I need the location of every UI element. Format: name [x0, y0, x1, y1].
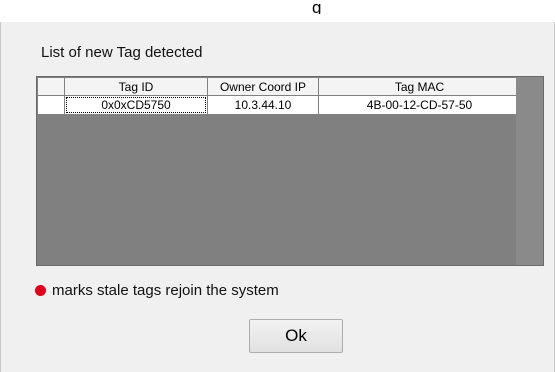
title-bar: g — [0, 0, 555, 22]
tag-grid[interactable]: Tag ID Owner Coord IP Tag MAC 0x0xCD5750… — [36, 76, 544, 266]
owner-coord-ip-cell[interactable]: 10.3.44.10 — [207, 95, 319, 115]
vertical-scrollbar[interactable] — [516, 77, 543, 265]
ok-button[interactable]: Ok — [249, 319, 343, 353]
stale-marker-icon — [35, 285, 46, 296]
tag-id-value: 0x0xCD5750 — [66, 97, 206, 113]
window-title: g — [312, 0, 322, 14]
legend-text: marks stale tags rejoin the system — [52, 282, 279, 299]
tag-mac-cell[interactable]: 4B-00-12-CD-57-50 — [318, 95, 521, 115]
tag-dialog: List of new Tag detected Tag ID Owner Co… — [0, 22, 555, 372]
legend: marks stale tags rejoin the system — [35, 282, 279, 299]
tag-id-cell[interactable]: 0x0xCD5750 — [64, 95, 208, 115]
table-header-row: Tag ID Owner Coord IP Tag MAC — [37, 77, 521, 96]
row-header-corner — [37, 77, 65, 96]
tag-table: Tag ID Owner Coord IP Tag MAC 0x0xCD5750… — [37, 77, 521, 115]
column-header-tag-mac[interactable]: Tag MAC — [318, 77, 521, 96]
table-row[interactable]: 0x0xCD5750 10.3.44.10 4B-00-12-CD-57-50 — [37, 95, 521, 115]
list-heading: List of new Tag detected — [41, 44, 203, 61]
column-header-tag-id[interactable]: Tag ID — [64, 77, 208, 96]
column-header-owner-coord-ip[interactable]: Owner Coord IP — [207, 77, 319, 96]
row-header-cell[interactable] — [37, 95, 65, 115]
